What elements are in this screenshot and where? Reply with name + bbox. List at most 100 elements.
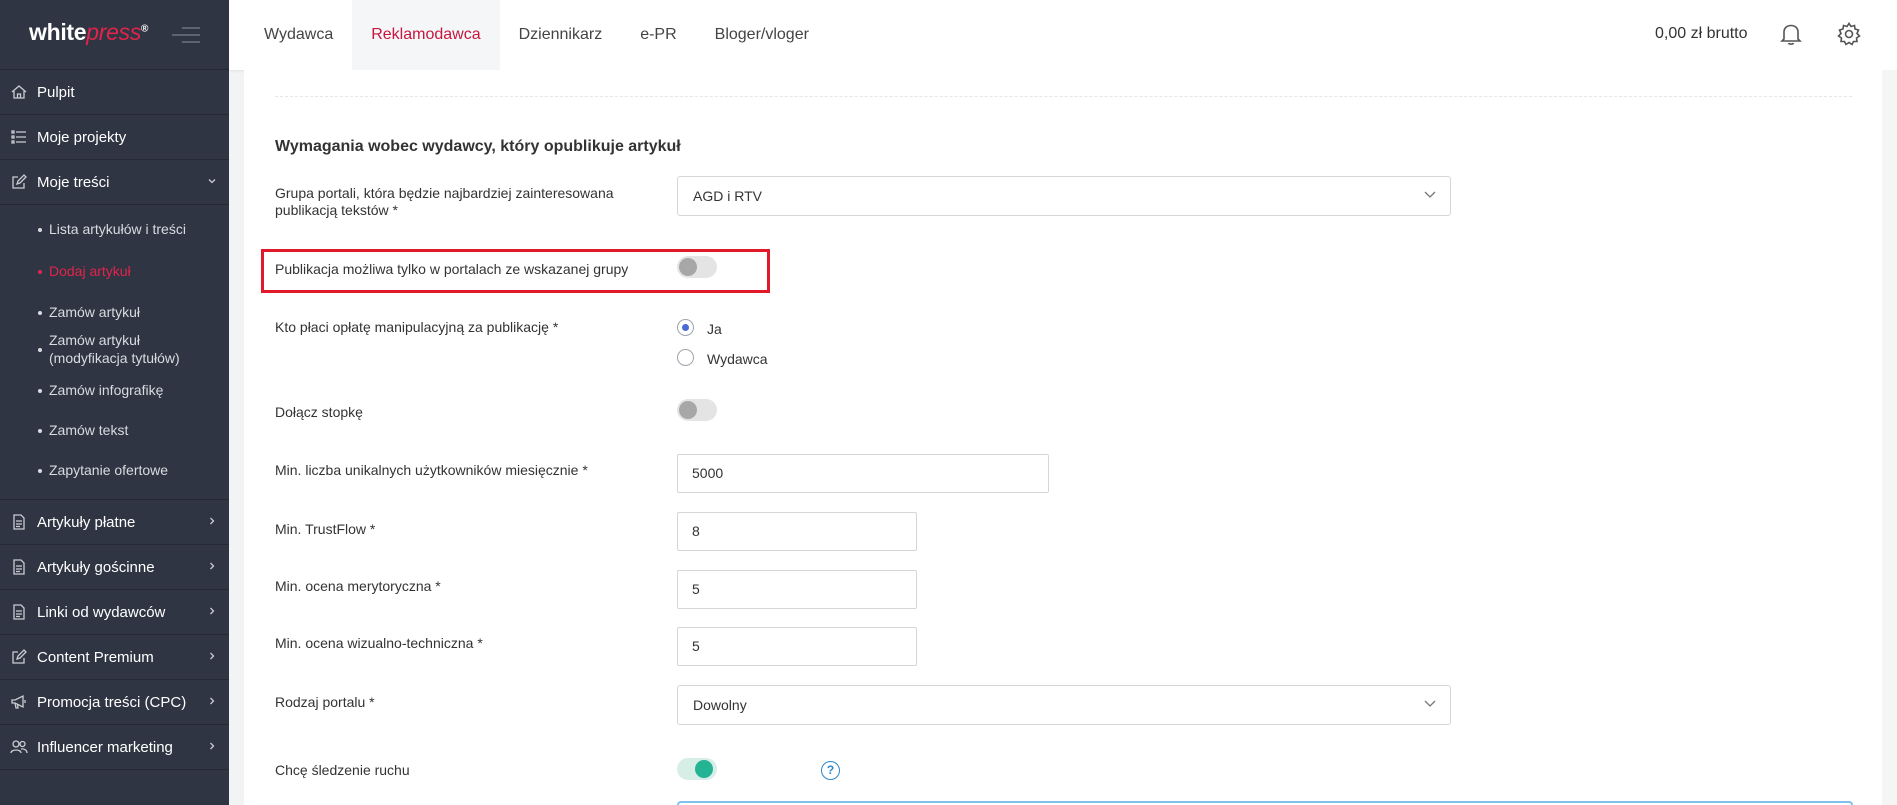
portal-type-value: Dowolny bbox=[693, 697, 747, 713]
bell-icon[interactable] bbox=[1778, 21, 1804, 47]
document-icon bbox=[10, 603, 28, 621]
form-card: Wymagania wobec wydawcy, który opublikuj… bbox=[244, 70, 1896, 805]
document-icon bbox=[10, 513, 28, 531]
chevron-right-icon bbox=[210, 697, 215, 705]
users-icon bbox=[10, 738, 28, 756]
sidebar-item-influencer-marketing[interactable]: Influencer marketing bbox=[0, 725, 229, 770]
portal-type-label: Rodzaj portalu * bbox=[275, 694, 375, 710]
sidebar-item-label: Artykuły płatne bbox=[37, 513, 136, 531]
fee-payer-option-label: Ja bbox=[707, 321, 722, 337]
chevron-down-icon bbox=[1424, 191, 1436, 198]
tab-wydawca[interactable]: Wydawca bbox=[229, 0, 352, 70]
min-merit-label: Min. ocena merytoryczna * bbox=[275, 578, 441, 594]
submenu-item-label: Zamów artykuł bbox=[49, 332, 141, 348]
sidebar-item-label: Promocja treści (CPC) bbox=[37, 693, 187, 711]
sidebar-item-linki-od-wydawcow[interactable]: Linki od wydawców bbox=[0, 590, 229, 635]
min-trustflow-label: Min. TrustFlow * bbox=[275, 521, 376, 537]
submenu-item-label: Zamów tekst bbox=[49, 422, 129, 438]
only-group-toggle[interactable] bbox=[677, 256, 717, 278]
submenu-item-label-line2: (modyfikacja tytułów) bbox=[49, 350, 180, 366]
portal-group-value: AGD i RTV bbox=[693, 188, 762, 204]
sidebar-item-label: Pulpit bbox=[37, 83, 75, 101]
logo-registered-mark: ® bbox=[141, 23, 149, 35]
edit-icon bbox=[10, 648, 28, 666]
tracking-label: Chcę śledzenie ruchu bbox=[275, 762, 410, 778]
sidebar-item-artykuly-platne[interactable]: Artykuły płatne bbox=[0, 500, 229, 545]
submenu-item-lista[interactable]: Lista artykułów i treści bbox=[0, 211, 229, 251]
topbar: Wydawca Reklamodawca Dziennikarz e-PR Bl… bbox=[229, 0, 1897, 70]
home-icon bbox=[10, 83, 28, 101]
logo-text-white: white bbox=[29, 19, 87, 45]
submenu-item-dodaj-artykul[interactable]: Dodaj artykuł bbox=[0, 251, 229, 291]
submenu-item-zamow-infografike[interactable]: Zamów infografikę bbox=[0, 371, 229, 411]
min-users-input[interactable]: 5000 bbox=[677, 454, 1049, 493]
chevron-right-icon bbox=[210, 607, 215, 615]
fee-payer-option-label: Wydawca bbox=[707, 351, 768, 367]
logo-bar: whitepress® bbox=[0, 0, 229, 70]
submenu-item-label: Dodaj artykuł bbox=[49, 263, 131, 279]
gear-icon[interactable] bbox=[1836, 21, 1862, 47]
portal-type-select[interactable]: Dowolny bbox=[677, 685, 1451, 725]
min-visual-label: Min. ocena wizualno-techniczna * bbox=[275, 635, 483, 651]
edit-icon bbox=[10, 173, 28, 191]
section-title: Wymagania wobec wydawcy, który opublikuj… bbox=[275, 138, 681, 155]
tab-reklamodawca[interactable]: Reklamodawca bbox=[352, 0, 500, 70]
logo-text-press: press bbox=[86, 19, 142, 45]
document-icon bbox=[10, 558, 28, 576]
list-icon bbox=[10, 128, 28, 146]
sidebar-item-pulpit[interactable]: Pulpit bbox=[0, 70, 229, 115]
divider bbox=[275, 96, 1852, 97]
sidebar-item-promocja-tresci[interactable]: Promocja treści (CPC) bbox=[0, 680, 229, 725]
portal-group-select[interactable]: AGD i RTV bbox=[677, 176, 1451, 216]
chevron-right-icon bbox=[210, 562, 215, 570]
menu-toggle-icon[interactable] bbox=[172, 27, 200, 45]
chevron-right-icon bbox=[210, 652, 215, 660]
tab-e-pr[interactable]: e-PR bbox=[621, 0, 695, 70]
submenu-item-zapytanie-ofertowe[interactable]: Zapytanie ofertowe bbox=[0, 451, 229, 491]
portal-group-label: Grupa portali, która będzie najbardziej … bbox=[275, 185, 614, 218]
tab-bloger-vloger[interactable]: Bloger/vloger bbox=[696, 0, 828, 70]
megaphone-icon bbox=[10, 693, 28, 711]
sidebar: whitepress® Pulpit Moje projekty Moje tr… bbox=[0, 0, 229, 805]
sidebar-item-label: Influencer marketing bbox=[37, 738, 173, 756]
submenu-item-zamow-artykul[interactable]: Zamów artykuł bbox=[0, 291, 229, 331]
tab-dziennikarz[interactable]: Dziennikarz bbox=[500, 0, 622, 70]
sidebar-item-label: Moje projekty bbox=[37, 128, 127, 146]
submenu-item-zamow-artykul-modyfikacja[interactable]: Zamów artykuł (modyfikacja tytułów) bbox=[0, 331, 229, 371]
min-visual-input[interactable]: 5 bbox=[677, 627, 917, 666]
min-trustflow-input[interactable]: 8 bbox=[677, 512, 917, 551]
fee-payer-label: Kto płaci opłatę manipulacyjną za publik… bbox=[275, 319, 559, 335]
submenu-moje-tresci: Lista artykułów i treści Dodaj artykuł Z… bbox=[0, 205, 229, 500]
chevron-right-icon bbox=[210, 517, 215, 525]
footer-label: Dołącz stopkę bbox=[275, 404, 363, 420]
sidebar-item-label: Content Premium bbox=[37, 648, 154, 666]
fee-payer-radio-ja[interactable] bbox=[677, 319, 694, 336]
footer-toggle[interactable] bbox=[677, 399, 717, 421]
tracking-toggle[interactable] bbox=[677, 758, 717, 780]
sidebar-item-artykuly-goscinne[interactable]: Artykuły gościnne bbox=[0, 545, 229, 590]
chevron-down-icon bbox=[208, 179, 216, 184]
sidebar-item-label: Linki od wydawców bbox=[37, 603, 166, 621]
sidebar-item-content-premium[interactable]: Content Premium bbox=[0, 635, 229, 680]
submenu-item-label: Zamów infografikę bbox=[49, 382, 164, 398]
role-tabs: Wydawca Reklamodawca Dziennikarz e-PR Bl… bbox=[229, 0, 828, 70]
sidebar-item-label: Artykuły gościnne bbox=[37, 558, 155, 576]
submenu-item-zamow-tekst[interactable]: Zamów tekst bbox=[0, 411, 229, 451]
submenu-item-label: Lista artykułów i treści bbox=[49, 221, 186, 237]
chevron-down-icon bbox=[1424, 700, 1436, 707]
help-icon[interactable]: ? bbox=[821, 761, 840, 780]
logo[interactable]: whitepress® bbox=[29, 19, 148, 46]
sidebar-item-label: Moje treści bbox=[37, 173, 110, 191]
only-group-label: Publikacja możliwa tylko w portalach ze … bbox=[275, 261, 629, 277]
submenu-item-label: Zamów artykuł bbox=[49, 304, 141, 320]
submenu-item-label: Zapytanie ofertowe bbox=[49, 462, 169, 478]
fee-payer-radio-wydawca[interactable] bbox=[677, 349, 694, 366]
min-merit-input[interactable]: 5 bbox=[677, 570, 917, 609]
next-section-box bbox=[677, 801, 1853, 805]
sidebar-item-moje-tresci[interactable]: Moje treści bbox=[0, 160, 229, 205]
account-balance[interactable]: 0,00 zł brutto bbox=[1655, 25, 1748, 43]
scrollbar[interactable] bbox=[1882, 70, 1897, 805]
min-users-label: Min. liczba unikalnych użytkowników mies… bbox=[275, 462, 588, 478]
chevron-right-icon bbox=[210, 742, 215, 750]
sidebar-item-moje-projekty[interactable]: Moje projekty bbox=[0, 115, 229, 160]
